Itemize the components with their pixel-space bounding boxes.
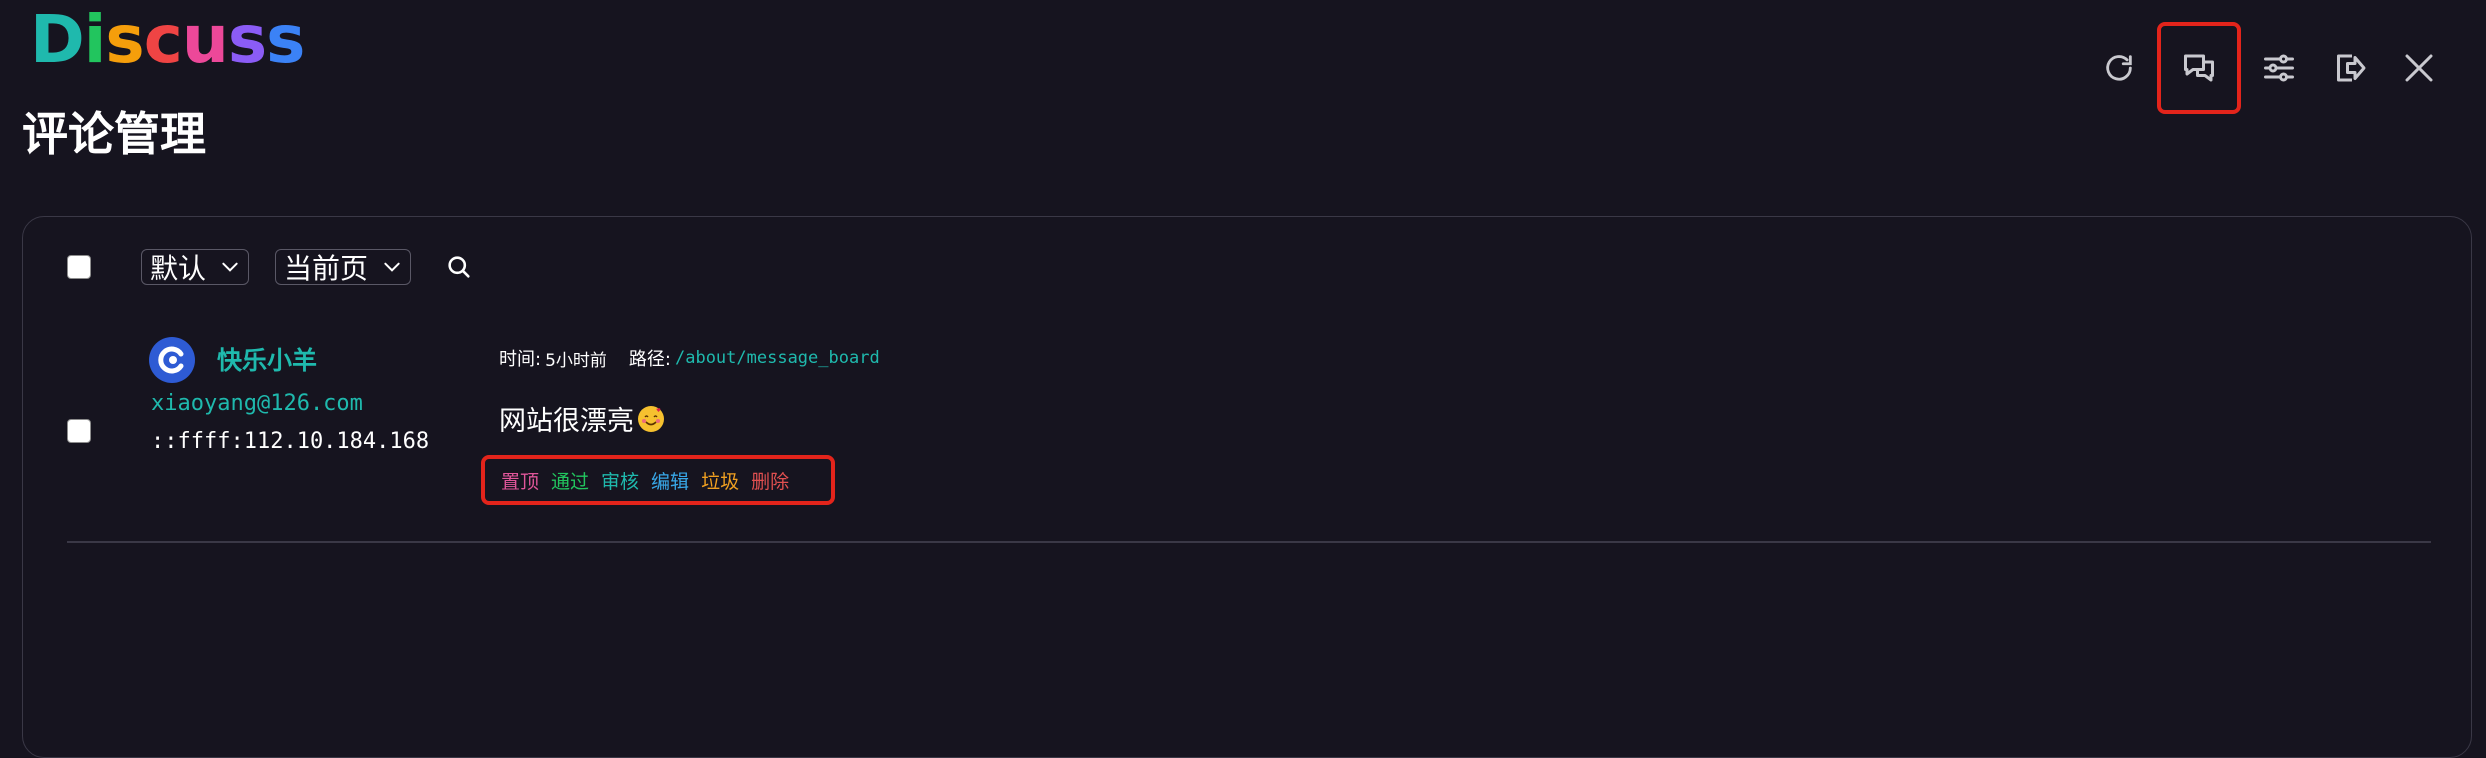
close-icon: [2405, 54, 2433, 82]
filter-bar: 默认 当前页: [67, 245, 473, 289]
path-label: 路径:: [628, 349, 671, 370]
comment-actions: 置顶 通过 审核 编辑 垃圾 删除: [481, 455, 835, 505]
edit-action[interactable]: 编辑: [651, 467, 689, 494]
search-icon[interactable]: [445, 253, 473, 281]
approve-action[interactable]: 通过: [551, 467, 589, 494]
pin-action[interactable]: 置顶: [501, 467, 539, 494]
settings-sliders-icon: [2264, 54, 2294, 82]
sort-select[interactable]: 默认: [141, 249, 250, 285]
logout-icon: [2337, 54, 2366, 82]
logo-letter: s: [227, 1, 267, 78]
time-value: 5小时前: [545, 350, 607, 371]
scope-select-value: 当前页: [284, 252, 369, 285]
time-label: 时间:: [499, 349, 542, 370]
path-link[interactable]: /about/message_board: [675, 348, 880, 368]
comment-row: 快乐小羊 xiaoyang@126.com ::ffff:112.10.184.…: [67, 337, 2447, 537]
comment-nick[interactable]: 快乐小羊: [217, 341, 317, 377]
comment-content: 网站很漂亮: [499, 399, 664, 438]
close-button[interactable]: [2384, 43, 2454, 93]
chevron-down-icon: [220, 257, 240, 277]
logo-letter: u: [181, 1, 229, 78]
logo-letter: i: [83, 1, 107, 78]
comments-button[interactable]: [2157, 22, 2241, 114]
logo-letter: c: [143, 1, 183, 78]
comment-ip: ::ffff:112.10.184.168: [151, 429, 430, 454]
refresh-icon: [2106, 55, 2132, 81]
sort-select-value: 默认: [150, 252, 207, 285]
logout-button[interactable]: [2314, 43, 2384, 93]
spam-action[interactable]: 垃圾: [701, 467, 739, 494]
review-action[interactable]: 审核: [601, 467, 639, 494]
comment-meta: 时间: 5小时前 路径: /about/message_board: [499, 345, 880, 371]
delete-action[interactable]: 删除: [751, 467, 789, 494]
comment-email[interactable]: xiaoyang@126.com: [151, 391, 363, 416]
logo-letter: s: [266, 1, 305, 78]
comment-panel: 默认 当前页 快乐小羊 xiaoyang@126.com ::ffff:112.…: [22, 216, 2472, 758]
page-title: 评论管理: [22, 107, 206, 161]
logo-letter: D: [30, 1, 85, 78]
scope-select[interactable]: 当前页: [275, 249, 412, 285]
discuss-logo: D i s c u s s: [30, 1, 305, 78]
settings-button[interactable]: [2244, 43, 2314, 93]
refresh-button[interactable]: [2084, 43, 2154, 93]
comment-checkbox[interactable]: [67, 419, 91, 443]
comment-text: 网站很漂亮: [499, 406, 634, 437]
divider: [67, 541, 2431, 543]
smiling-face-with-hearts-icon: [638, 405, 664, 432]
toolbar: [2084, 22, 2454, 114]
logo-letter: s: [105, 1, 144, 78]
select-all-checkbox[interactable]: [67, 255, 91, 279]
comments-icon: [2184, 54, 2214, 82]
chevron-down-icon: [382, 257, 402, 277]
avatar: [149, 337, 195, 383]
